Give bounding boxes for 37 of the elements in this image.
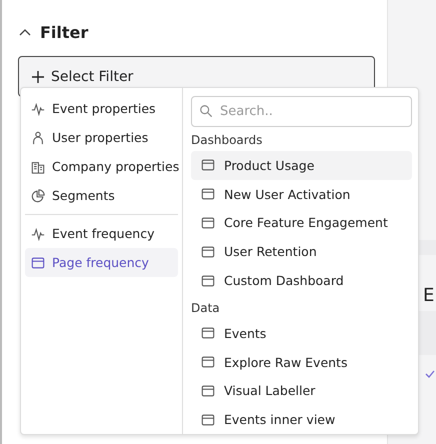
check-icon[interactable] bbox=[425, 369, 435, 379]
plus-icon bbox=[31, 70, 45, 84]
pie-chart-icon bbox=[31, 188, 45, 202]
group-heading: Data bbox=[191, 300, 221, 317]
window-icon bbox=[201, 158, 215, 172]
building-icon bbox=[31, 160, 45, 174]
list-item[interactable]: New User Activation bbox=[191, 180, 412, 209]
menu-item[interactable]: Page frequency bbox=[25, 248, 178, 277]
window-icon bbox=[201, 326, 215, 340]
window-icon bbox=[201, 274, 215, 288]
list-item[interactable]: Core Feature Engagement bbox=[191, 208, 412, 238]
group-heading: Dashboards bbox=[191, 132, 264, 149]
list-item[interactable]: Product Usage bbox=[191, 151, 412, 180]
heading-text: E bbox=[423, 285, 434, 307]
menu-item[interactable]: Event properties bbox=[25, 94, 178, 123]
window-icon bbox=[201, 355, 215, 370]
section-title: Filter bbox=[40, 22, 88, 42]
list-item[interactable]: Events inner view bbox=[191, 405, 412, 434]
pulse-icon bbox=[31, 102, 45, 116]
menu-item[interactable]: Segments bbox=[25, 181, 178, 210]
window-icon bbox=[201, 187, 215, 202]
window-icon bbox=[201, 216, 215, 230]
pulse-icon bbox=[31, 226, 45, 240]
list-item[interactable]: Visual Labeller bbox=[191, 376, 412, 406]
menu-item[interactable]: Event frequency bbox=[25, 219, 178, 248]
window-icon bbox=[201, 244, 215, 259]
list-item[interactable]: Explore Raw Events bbox=[191, 348, 412, 376]
menu-item[interactable]: Company properties bbox=[25, 152, 178, 181]
window-icon bbox=[201, 412, 215, 427]
list-item[interactable]: Events bbox=[191, 318, 412, 348]
list-item[interactable]: Custom Dashboard bbox=[191, 266, 412, 295]
list-item[interactable]: User Retention bbox=[191, 237, 412, 266]
person-icon bbox=[31, 130, 45, 144]
menu-item[interactable]: User properties bbox=[25, 123, 178, 152]
window-icon bbox=[201, 384, 215, 398]
window-icon bbox=[31, 256, 45, 270]
search-field[interactable]: Search.. bbox=[191, 96, 412, 127]
